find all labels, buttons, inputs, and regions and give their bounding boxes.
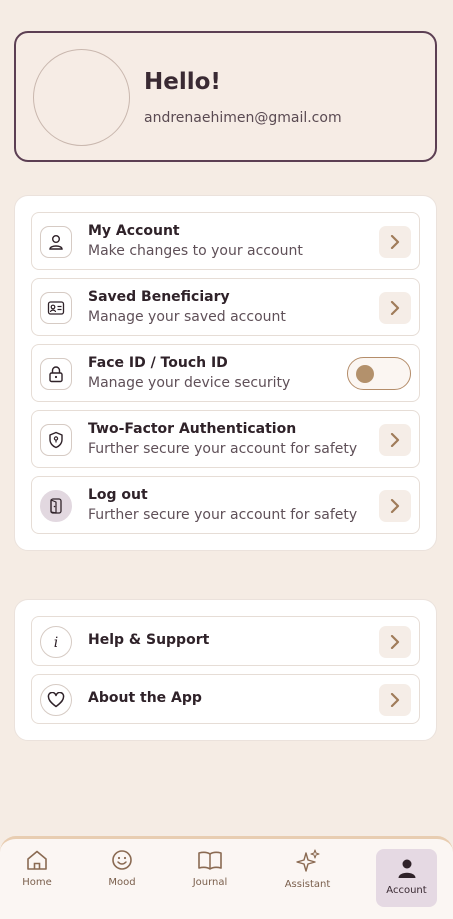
account-settings-group: My Account Make changes to your account … xyxy=(14,195,437,551)
two-factor-row[interactable]: Two-Factor Authentication Further secure… xyxy=(31,410,420,468)
nav-label: Home xyxy=(22,877,52,888)
row-subtitle: Make changes to your account xyxy=(88,243,303,259)
chevron-right-icon[interactable] xyxy=(379,626,411,658)
chevron-right-icon[interactable] xyxy=(379,684,411,716)
nav-account[interactable]: Account xyxy=(376,849,437,907)
nav-journal[interactable]: Journal xyxy=(185,849,235,909)
id-card-icon xyxy=(40,292,72,324)
row-subtitle: Manage your device security xyxy=(88,375,291,391)
face-id-row: Face ID / Touch ID Manage your device se… xyxy=(31,344,420,402)
home-icon xyxy=(27,850,47,870)
info-icon: i xyxy=(40,626,72,658)
heart-icon xyxy=(40,684,72,716)
about-app-row[interactable]: About the App xyxy=(31,674,420,724)
smiley-icon xyxy=(112,850,132,870)
row-title: Face ID / Touch ID xyxy=(88,355,228,371)
row-subtitle: Further secure your account for safety xyxy=(88,507,358,523)
saved-beneficiary-row[interactable]: Saved Beneficiary Manage your saved acco… xyxy=(31,278,420,336)
help-support-row[interactable]: i Help & Support xyxy=(31,616,420,666)
greeting: Hello! xyxy=(144,69,221,95)
user-icon xyxy=(40,226,72,258)
shield-icon xyxy=(40,424,72,456)
row-title: My Account xyxy=(88,223,180,239)
chevron-right-icon[interactable] xyxy=(379,424,411,456)
book-icon xyxy=(198,851,222,870)
logout-icon xyxy=(40,490,72,522)
nav-label: Journal xyxy=(192,877,228,888)
chevron-right-icon[interactable] xyxy=(379,292,411,324)
nav-label: Account xyxy=(386,885,427,896)
toggle-knob xyxy=(356,365,374,383)
avatar[interactable] xyxy=(33,49,130,146)
nav-assistant[interactable]: Assistant xyxy=(280,849,335,909)
my-account-row[interactable]: My Account Make changes to your account xyxy=(31,212,420,270)
nav-label: Mood xyxy=(108,877,136,888)
chevron-right-icon[interactable] xyxy=(379,490,411,522)
bottom-nav: Home Mood Journal Assistant Account xyxy=(0,836,453,919)
person-icon xyxy=(398,859,415,878)
row-subtitle: Further secure your account for safety xyxy=(88,441,358,457)
row-title: Two-Factor Authentication xyxy=(88,421,297,437)
face-id-toggle[interactable] xyxy=(347,357,411,390)
lock-icon xyxy=(40,358,72,390)
nav-label: Assistant xyxy=(284,879,331,890)
chevron-right-icon[interactable] xyxy=(379,226,411,258)
row-title: About the App xyxy=(88,690,202,706)
logout-row[interactable]: Log out Further secure your account for … xyxy=(31,476,420,534)
row-subtitle: Manage your saved account xyxy=(88,309,286,325)
sparkle-icon xyxy=(295,849,320,872)
nav-mood[interactable]: Mood xyxy=(97,849,147,909)
row-title: Help & Support xyxy=(88,632,210,648)
nav-home[interactable]: Home xyxy=(12,849,62,909)
row-title: Log out xyxy=(88,487,148,503)
more-settings-group: i Help & Support About the App xyxy=(14,599,437,741)
svg-text:i: i xyxy=(54,635,58,650)
profile-card: Hello! andrenaehimen@gmail.com xyxy=(14,31,437,162)
user-email: andrenaehimen@gmail.com xyxy=(144,110,342,126)
row-title: Saved Beneficiary xyxy=(88,289,230,305)
